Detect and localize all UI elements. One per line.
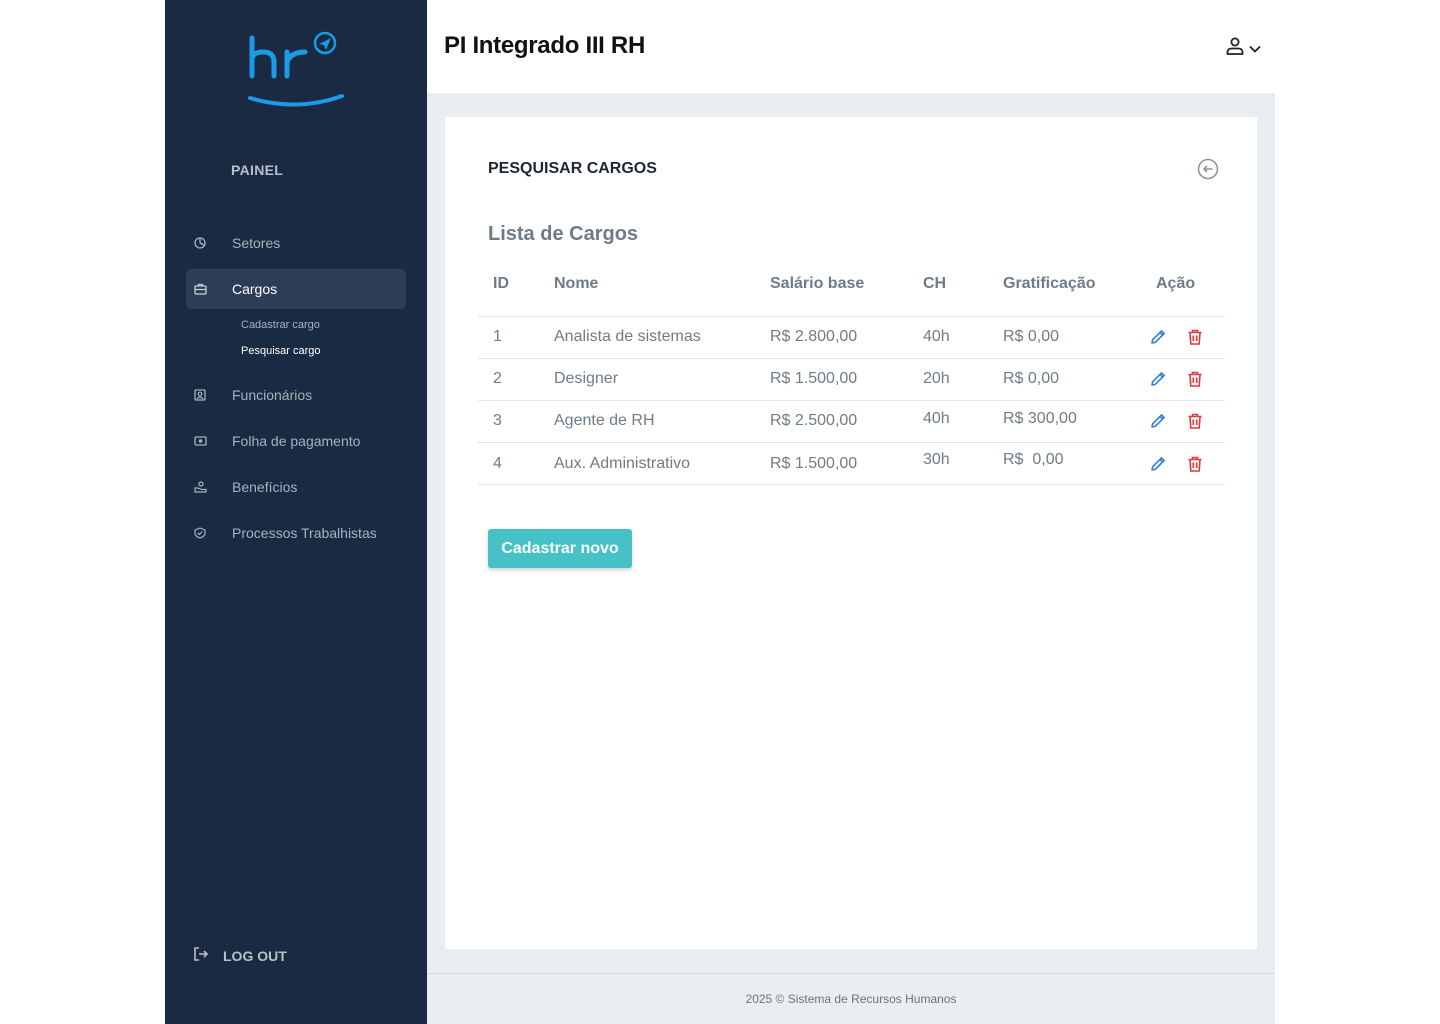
- column-header-acao: Ação: [1156, 275, 1196, 292]
- content-card: PESQUISAR CARGOS Lista de Cargos ID Nome…: [445, 117, 1257, 949]
- logout-icon: [193, 946, 209, 965]
- cell-salario: R$ 2.500,00: [770, 412, 858, 429]
- sidebar-item-label: Processos Trabalhistas: [232, 525, 377, 541]
- cell-ch: 30h: [923, 451, 950, 468]
- sidebar-item-funcionarios[interactable]: Funcionários: [186, 375, 406, 415]
- id-badge-icon: [193, 388, 207, 402]
- column-header-gratificacao: Gratificação: [1003, 275, 1096, 292]
- delete-trash-icon[interactable]: [1186, 328, 1204, 346]
- briefcase-icon: [193, 282, 207, 296]
- footer: 2025 © Sistema de Recursos Humanos: [427, 973, 1275, 1024]
- cell-nome: Designer: [554, 370, 619, 387]
- sidebar: PAINEL Setores Cargos Cadastrar cargo Pe…: [165, 0, 427, 1024]
- top-header: PI Integrado III RH: [427, 0, 1275, 93]
- cell-ch: 20h: [923, 370, 950, 387]
- cell-ch: 40h: [923, 410, 950, 427]
- cell-gratificacao: R$ 300,00: [1003, 410, 1077, 427]
- sidebar-item-label: Folha de pagamento: [232, 433, 361, 449]
- sidebar-item-folha-de-pagamento[interactable]: Folha de pagamento: [186, 421, 406, 461]
- table-row: 4 Aux. Administrativo R$ 1.500,00 30h R$…: [478, 442, 1225, 485]
- cell-salario: R$ 2.800,00: [770, 328, 858, 345]
- cell-salario: R$ 1.500,00: [770, 370, 858, 387]
- sidebar-item-label: Setores: [232, 235, 281, 251]
- footer-copyright: 2025 © Sistema de Recursos Humanos: [745, 992, 957, 1006]
- cell-id: 4: [493, 455, 502, 472]
- cell-id: 2: [493, 370, 502, 387]
- sidebar-item-setores[interactable]: Setores: [186, 223, 406, 263]
- table-row: 2 Designer R$ 1.500,00 20h R$ 0,00: [478, 358, 1225, 400]
- money-icon: [193, 434, 207, 448]
- sidebar-item-cargos[interactable]: Cargos: [186, 269, 406, 309]
- sidebar-item-label: Cargos: [232, 281, 278, 297]
- list-title: Lista de Cargos: [488, 223, 639, 245]
- cell-salario: R$ 1.500,00: [770, 455, 858, 472]
- app-shell: PAINEL Setores Cargos Cadastrar cargo Pe…: [165, 0, 1275, 1024]
- edit-pencil-icon[interactable]: [1149, 412, 1167, 430]
- hr-logo[interactable]: [247, 30, 347, 112]
- shield-check-icon: [193, 526, 207, 540]
- page-title: PESQUISAR CARGOS: [488, 160, 657, 177]
- chevron-down-icon: [1249, 40, 1261, 58]
- column-header-ch: CH: [923, 275, 947, 292]
- sidebar-item-beneficios[interactable]: Benefícios: [186, 467, 406, 507]
- cell-nome: Agente de RH: [554, 412, 655, 429]
- sidebar-subitem-pesquisar-cargo[interactable]: Pesquisar cargo: [241, 345, 321, 357]
- panel-section-label: PAINEL: [231, 162, 284, 178]
- hand-coins-icon: [193, 480, 207, 494]
- cell-gratificacao: R$ 0,00: [1003, 328, 1060, 345]
- cell-id: 3: [493, 412, 502, 429]
- arrow-left-circle-icon: [1197, 158, 1219, 180]
- column-header-salario: Salário base: [770, 275, 865, 292]
- cadastrar-novo-button[interactable]: Cadastrar novo: [488, 529, 632, 568]
- edit-pencil-icon[interactable]: [1149, 328, 1167, 346]
- logout-button[interactable]: LOG OUT: [193, 946, 287, 965]
- user-icon: [1225, 36, 1245, 61]
- back-button[interactable]: [1197, 158, 1219, 180]
- table-row: 3 Agente de RH R$ 2.500,00 40h R$ 300,00: [478, 400, 1225, 442]
- sidebar-item-label: Benefícios: [232, 479, 298, 495]
- cell-id: 1: [493, 328, 502, 345]
- pie-chart-icon: [193, 236, 207, 250]
- cell-ch: 40h: [923, 328, 950, 345]
- cell-nome: Aux. Administrativo: [554, 455, 691, 472]
- app-title: PI Integrado III RH: [444, 32, 645, 59]
- main-content: PESQUISAR CARGOS Lista de Cargos ID Nome…: [427, 93, 1275, 973]
- delete-trash-icon[interactable]: [1186, 412, 1204, 430]
- sidebar-subitem-cadastrar-cargo[interactable]: Cadastrar cargo: [241, 319, 320, 331]
- cell-nome: Analista de sistemas: [554, 328, 701, 345]
- sidebar-item-label: Funcionários: [232, 387, 313, 403]
- delete-trash-icon[interactable]: [1186, 370, 1204, 388]
- delete-trash-icon[interactable]: [1186, 455, 1204, 473]
- edit-pencil-icon[interactable]: [1149, 455, 1167, 473]
- column-header-nome: Nome: [554, 275, 599, 292]
- table-row: 1 Analista de sistemas R$ 2.800,00 40h R…: [478, 316, 1225, 358]
- user-menu[interactable]: [1225, 36, 1261, 61]
- cell-gratificacao: R$ 0,00: [1003, 370, 1060, 387]
- edit-pencil-icon[interactable]: [1149, 370, 1167, 388]
- sidebar-item-processos-trabalhistas[interactable]: Processos Trabalhistas: [186, 513, 406, 553]
- logout-label: LOG OUT: [223, 947, 287, 964]
- column-header-id: ID: [493, 275, 509, 292]
- cell-gratificacao: R$ 0,00: [1003, 451, 1064, 468]
